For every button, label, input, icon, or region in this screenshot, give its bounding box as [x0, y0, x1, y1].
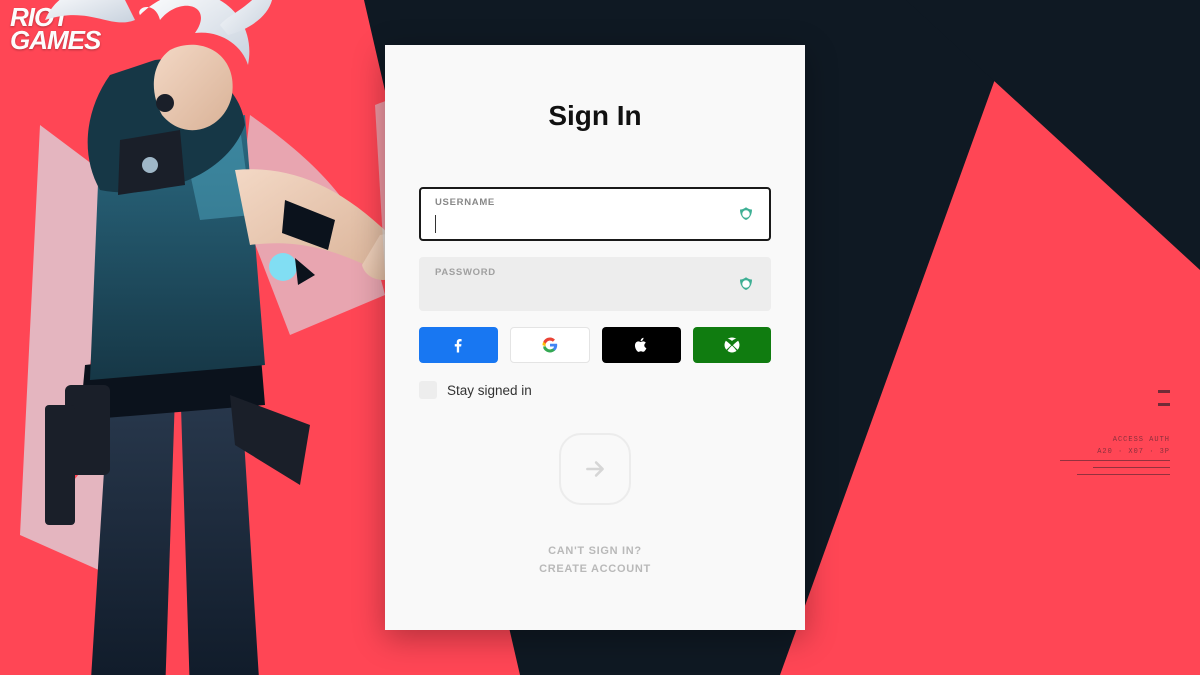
username-field[interactable]: USERNAME: [419, 187, 771, 241]
password-field[interactable]: PASSWORD: [419, 257, 771, 311]
footer-links: CAN'T SIGN IN? CREATE ACCOUNT: [419, 545, 771, 575]
facebook-login-button[interactable]: [419, 327, 498, 363]
cant-sign-in-link[interactable]: CAN'T SIGN IN?: [419, 545, 771, 557]
deco-lines: ACCESS AUTH A20 · X07 · 3P: [1060, 436, 1170, 475]
username-label: USERNAME: [435, 197, 725, 208]
google-icon: [541, 336, 559, 354]
social-login-row: [419, 327, 771, 363]
deco-marks: [1158, 390, 1170, 416]
arrow-right-icon: [582, 456, 608, 482]
stay-signed-in-checkbox[interactable]: [419, 381, 437, 399]
shield-icon: [737, 275, 755, 293]
page-title: Sign In: [419, 100, 771, 132]
text-caret: [435, 215, 436, 233]
password-input[interactable]: [435, 278, 725, 302]
password-label: PASSWORD: [435, 267, 725, 278]
google-login-button[interactable]: [510, 327, 591, 363]
facebook-icon: [449, 336, 467, 354]
stay-signed-in-row: Stay signed in: [419, 381, 771, 399]
stay-signed-in-label: Stay signed in: [447, 383, 532, 398]
create-account-link[interactable]: CREATE ACCOUNT: [419, 563, 771, 575]
shield-icon: [737, 205, 755, 223]
xbox-login-button[interactable]: [693, 327, 772, 363]
signin-card: Sign In USERNAME PASSWORD: [385, 45, 805, 630]
apple-icon: [632, 336, 650, 354]
username-input[interactable]: [435, 208, 725, 232]
xbox-icon: [723, 336, 741, 354]
character-illustration: [0, 0, 420, 675]
apple-login-button[interactable]: [602, 327, 681, 363]
submit-wrap: [419, 433, 771, 505]
submit-button[interactable]: [559, 433, 631, 505]
